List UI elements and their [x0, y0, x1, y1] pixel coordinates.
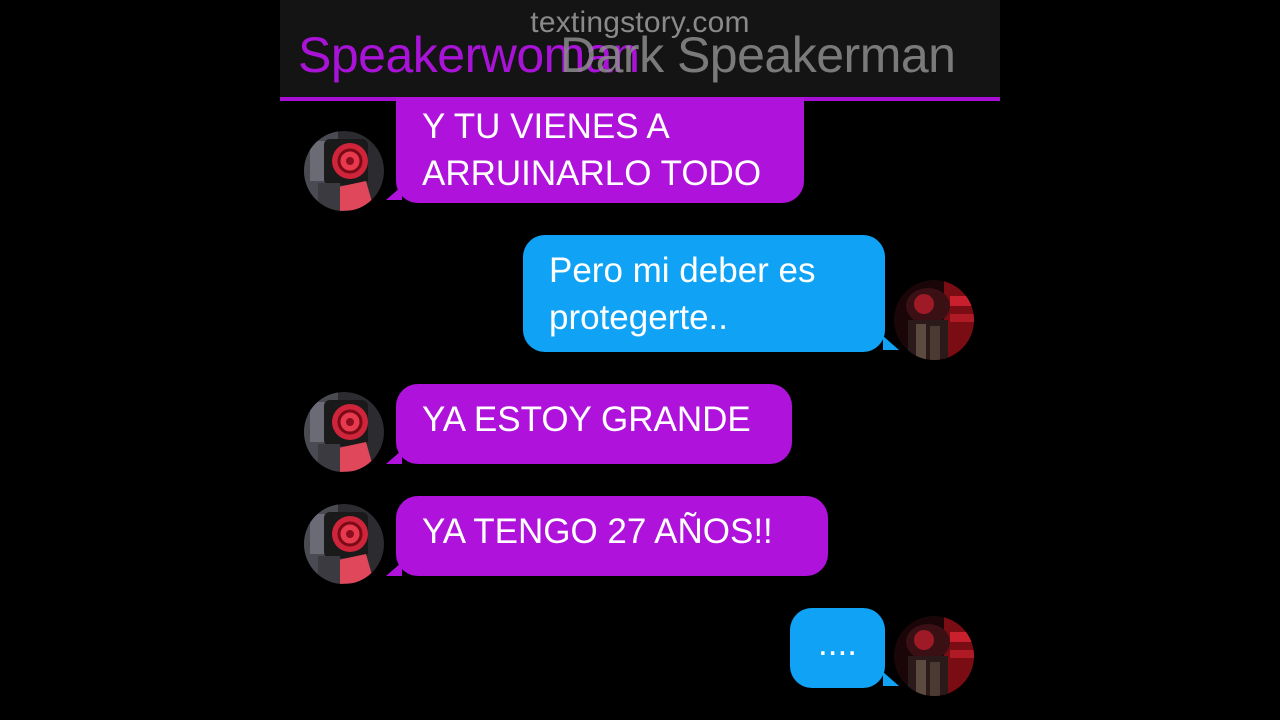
message-bubble: Pero mi deber es protegerte.. [523, 235, 885, 352]
message-text-line: protegerte.. [549, 298, 728, 337]
message-bubble: YA ESTOY GRANDE [396, 384, 792, 464]
dark-speakerman-avatar-icon [894, 616, 974, 696]
chat-header: Speakerwoman Dark Speakerman textingstor… [280, 0, 1000, 101]
bubble-tail [883, 336, 899, 350]
speakerwoman-avatar-icon [304, 131, 384, 211]
message-text-line: .... [818, 624, 857, 663]
speakerwoman-avatar-icon [304, 392, 384, 472]
message-bubble: .... [790, 608, 885, 688]
message-bubble: YA TENGO 27 AÑOS!! [396, 496, 828, 576]
message-bubble: Y TU VIENES A ARRUINARLO TODO [396, 97, 804, 203]
message-text-line: YA TENGO 27 AÑOS!! [422, 512, 773, 551]
message-text-line: Y TU VIENES A [422, 107, 670, 146]
bubble-tail [883, 672, 899, 686]
video-frame: Speakerwoman Dark Speakerman textingstor… [0, 0, 1280, 720]
speakerwoman-avatar-icon [304, 504, 384, 584]
dark-speakerman-avatar-icon [894, 280, 974, 360]
message-text-line: YA ESTOY GRANDE [422, 400, 751, 439]
watermark-text: textingstory.com [530, 6, 750, 39]
chat-screen: Speakerwoman Dark Speakerman textingstor… [280, 0, 1000, 720]
message-text-line: Pero mi deber es [549, 251, 816, 290]
message-text-line: ARRUINARLO TODO [422, 154, 762, 193]
